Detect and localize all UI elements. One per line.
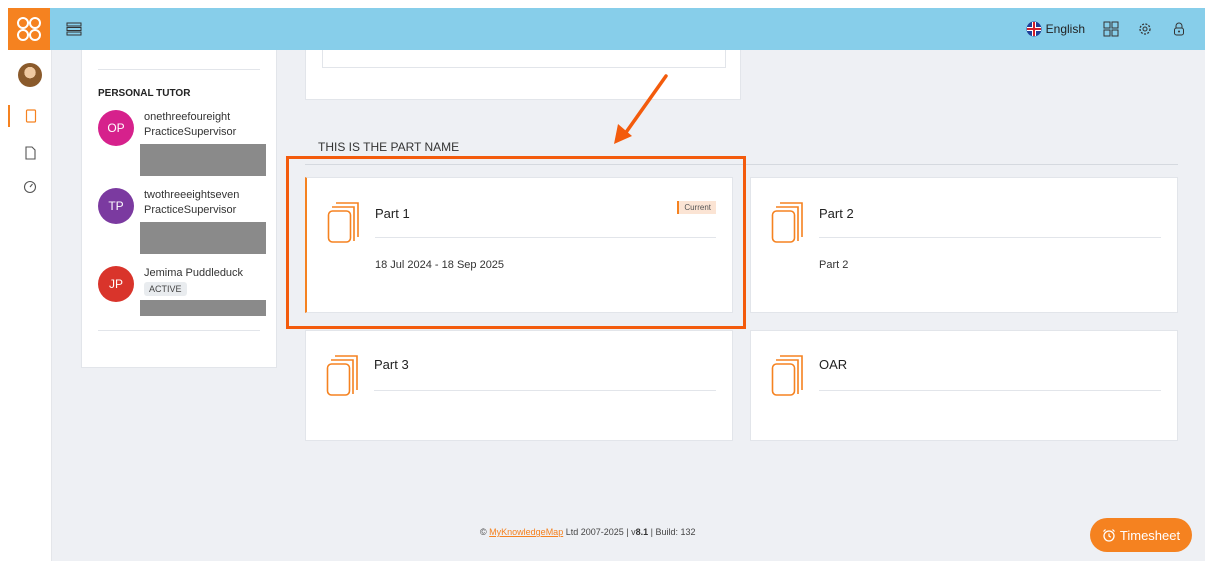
rail-item-parts[interactable] — [8, 105, 52, 127]
person-avatar: JP — [98, 266, 134, 302]
book-stack-icon — [771, 202, 803, 243]
divider — [98, 69, 260, 70]
part-divider — [374, 390, 716, 391]
footer: © MyKnowledgeMap Ltd 2007-2025 | v8.1 | … — [480, 527, 696, 537]
person-avatar: OP — [98, 110, 134, 146]
rail-item-documents[interactable] — [8, 142, 52, 164]
language-selector[interactable]: English — [1026, 21, 1085, 37]
divider — [98, 330, 260, 331]
timesheet-label: Timesheet — [1119, 527, 1181, 543]
part-date-range: 18 Jul 2024 - 18 Sep 2025 — [375, 259, 505, 271]
footer-years: Ltd 2007-2025 | — [565, 527, 629, 537]
user-avatar[interactable] — [18, 63, 42, 87]
person-role: PracticeSupervisor — [144, 204, 237, 216]
alarm-clock-icon — [1102, 529, 1115, 542]
person-name: onethreefoureight — [144, 111, 231, 123]
logo-icon — [17, 17, 41, 41]
document-icon — [25, 146, 36, 160]
settings-gear-icon[interactable] — [1137, 21, 1153, 37]
part-card-oar[interactable]: OAR — [750, 330, 1178, 441]
part-divider — [819, 390, 1161, 391]
language-label: English — [1045, 22, 1085, 36]
top-card-inner — [322, 50, 726, 68]
left-rail — [8, 50, 52, 561]
apps-grid-icon[interactable] — [1103, 21, 1119, 37]
part-title: Part 1 — [375, 206, 410, 221]
book-stack-icon — [326, 355, 358, 396]
book-stack-icon — [327, 202, 359, 243]
top-card — [305, 50, 741, 100]
tutor-heading: PERSONAL TUTOR — [98, 88, 191, 99]
build-prefix: | Build: — [650, 527, 679, 537]
redacted-block — [140, 144, 266, 176]
tutor-person[interactable]: TP twothreeeightseven PracticeSupervisor — [98, 188, 268, 258]
person-name: twothreeeightseven — [144, 189, 240, 201]
current-badge: Current — [677, 201, 716, 214]
gauge-icon — [23, 180, 37, 194]
part-card-3[interactable]: Part 3 — [305, 330, 733, 441]
timesheet-button[interactable]: Timesheet — [1090, 518, 1192, 552]
lock-icon[interactable] — [1171, 21, 1187, 37]
part-title: OAR — [819, 357, 848, 372]
copyright-symbol: © — [480, 527, 487, 537]
personal-tutor-panel: PERSONAL TUTOR OP onethreefoureight Prac… — [81, 50, 277, 368]
section-title: THIS IS THE PART NAME — [318, 140, 460, 154]
rail-item-progress[interactable] — [8, 176, 52, 198]
book-stack-icon — [771, 355, 803, 396]
uk-flag-icon — [1026, 21, 1042, 37]
app-logo[interactable] — [8, 8, 50, 50]
person-name: Jemima Puddleduck — [144, 267, 244, 279]
status-badge: ACTIVE — [144, 282, 187, 296]
version-number: 8.1 — [635, 527, 649, 537]
tutor-person[interactable]: OP onethreefoureight PracticeSupervisor — [98, 110, 268, 180]
menu-toggle-icon[interactable] — [66, 22, 82, 36]
part-title: Part 3 — [374, 357, 409, 372]
part-title: Part 2 — [819, 206, 854, 221]
part-card-2[interactable]: Part 2 Part 2 — [750, 177, 1178, 313]
build-number: 132 — [680, 527, 696, 537]
top-right-toolbar: English — [1026, 8, 1187, 50]
part-subtitle: Part 2 — [819, 259, 849, 271]
section-divider — [305, 164, 1178, 165]
part-card-1[interactable]: Part 1 Current 18 Jul 2024 - 18 Sep 2025 — [305, 177, 733, 313]
tutor-person[interactable]: JP Jemima Puddleduck ACTIVE — [98, 266, 268, 318]
company-link[interactable]: MyKnowledgeMap — [489, 527, 563, 537]
redacted-block — [140, 222, 266, 254]
book-icon — [25, 109, 37, 123]
part-divider — [375, 237, 716, 238]
person-role: PracticeSupervisor — [144, 126, 237, 138]
part-divider — [819, 237, 1161, 238]
redacted-block — [140, 300, 266, 316]
person-avatar: TP — [98, 188, 134, 224]
